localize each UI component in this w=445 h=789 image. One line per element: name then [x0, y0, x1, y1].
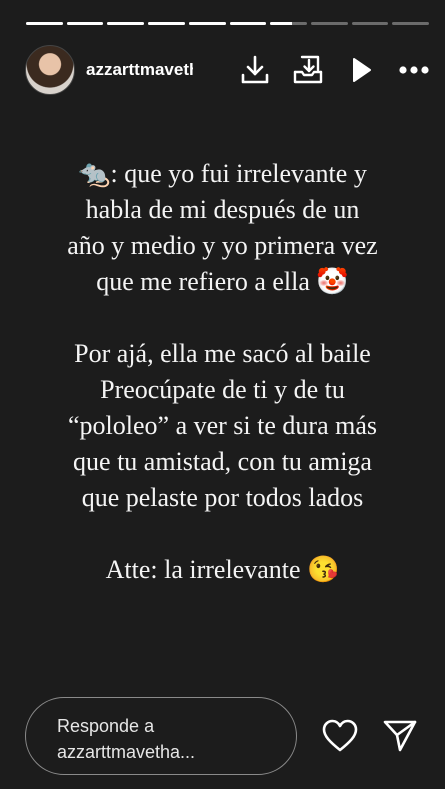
download-icon[interactable]: [238, 53, 272, 87]
progress-segment: [66, 22, 104, 25]
avatar[interactable]: [25, 45, 75, 95]
story-text: 🐀: que yo fui irrelevante y habla de mi …: [20, 156, 425, 588]
story-line: Por ajá, ella me sacó al baile: [74, 339, 371, 368]
progress-segment: [148, 22, 185, 25]
progress-segment: [392, 22, 430, 25]
story-line: Preocúpate de ti y de tu: [100, 375, 345, 404]
progress-segment: [188, 22, 226, 25]
save-icon[interactable]: [291, 53, 325, 87]
reply-placeholder-line1: Responde a: [57, 716, 155, 736]
progress-segment: [270, 22, 307, 25]
story-progress-bar: [26, 22, 430, 25]
progress-segment: [107, 22, 145, 25]
heart-icon[interactable]: [321, 717, 359, 755]
username[interactable]: azzarttmavethalia: [86, 60, 193, 80]
reply-input[interactable]: Responde a azzarttmavetha...: [25, 697, 297, 775]
story-header: azzarttmavethalia: [25, 44, 431, 96]
more-icon[interactable]: [397, 53, 431, 87]
story-line: año y medio y yo primera vez: [67, 231, 378, 260]
story-line: que me refiero a ella 🤡: [96, 267, 349, 296]
story-line: que pelaste por todos lados: [81, 483, 364, 512]
progress-segment: [26, 22, 63, 25]
story-line: 🐀: que yo fui irrelevante y: [78, 159, 367, 188]
story-line: “pololeo” a ver si te dura más: [68, 411, 377, 440]
story-line: que tu amistad, con tu amiga: [73, 447, 372, 476]
progress-segment: [351, 22, 389, 25]
progress-segment: [229, 22, 267, 25]
story-signoff: Atte: la irrelevante 😘: [105, 555, 340, 584]
reply-placeholder-line2: azzarttmavetha...: [57, 742, 196, 762]
send-icon[interactable]: [381, 717, 419, 755]
play-icon[interactable]: [344, 53, 378, 87]
progress-segment: [310, 22, 348, 25]
story-line: habla de mi después de un: [85, 195, 360, 224]
